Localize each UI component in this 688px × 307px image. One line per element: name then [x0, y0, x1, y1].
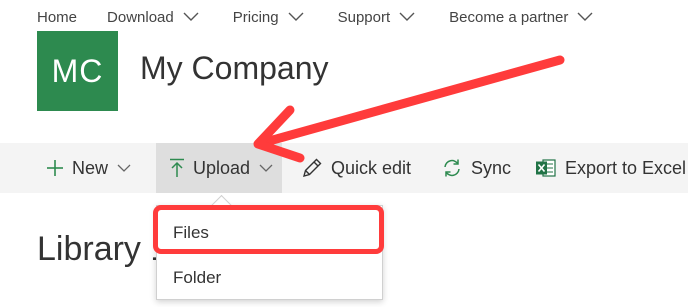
annotation-arrow: [253, 55, 565, 163]
